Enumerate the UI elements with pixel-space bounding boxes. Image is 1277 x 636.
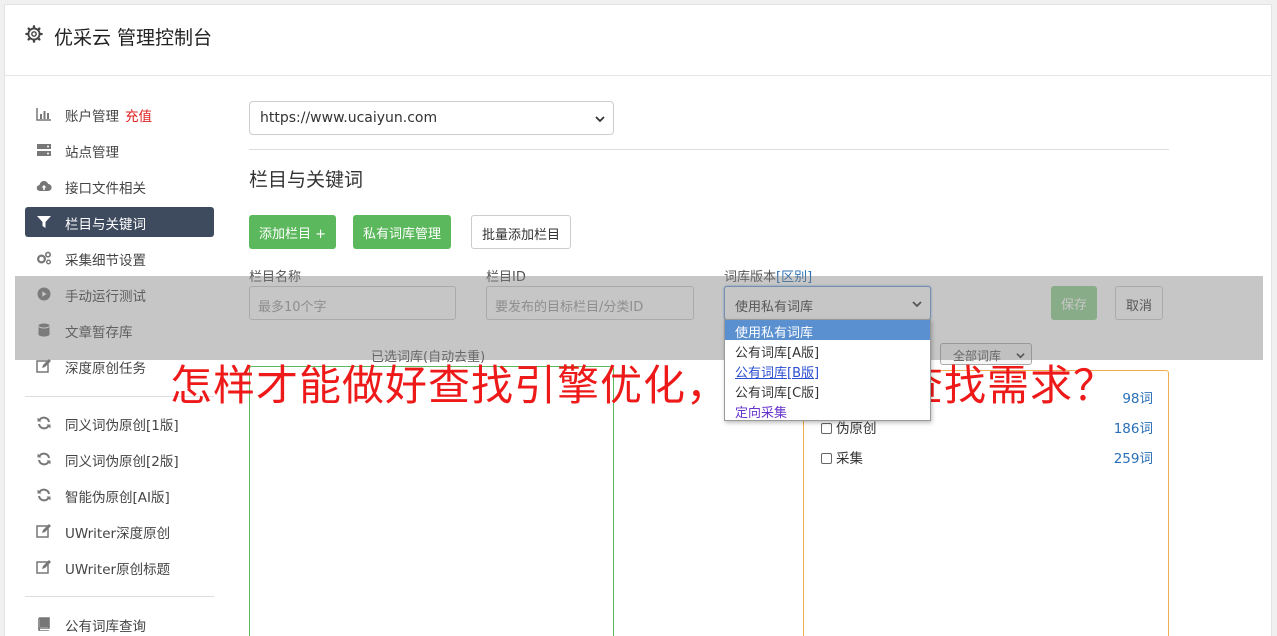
- sidebar-item-uwriter-title[interactable]: UWriter原创标题: [25, 552, 214, 582]
- sidebar-item-sites[interactable]: 站点管理: [25, 135, 214, 165]
- sidebar-item-label: 深度原创任务: [65, 361, 146, 377]
- sidebar-item-interface[interactable]: 接口文件相关: [25, 171, 214, 201]
- header: 优采云 管理控制台: [5, 5, 1271, 76]
- sidebar-item-collect-settings[interactable]: 采集细节设置: [25, 243, 214, 273]
- gear-icon: [25, 25, 43, 43]
- sidebar-divider: [25, 596, 214, 597]
- dropdown-option[interactable]: 公有词库[A版]: [725, 340, 930, 361]
- caption-text: 怎样才能做好查找引擎优化，满意用户查找需求？: [170, 361, 1117, 410]
- sidebar-item-ai-rewrite[interactable]: 智能伪原创[AI版]: [25, 480, 214, 510]
- lib-version-dropdown[interactable]: 使用私有词库 公有词库[A版] 公有词库[B版] 公有词库[C版] 定向采集: [724, 319, 931, 421]
- sidebar-item-synonym-v2[interactable]: 同义词伪原创[2版]: [25, 444, 214, 474]
- batch-add-button[interactable]: 批量添加栏目: [471, 215, 572, 249]
- caption-band: [15, 276, 1263, 360]
- cogs-icon: [36, 251, 52, 265]
- site-select-value: https://www.ucaiyun.com: [260, 110, 438, 126]
- dropdown-option[interactable]: 定向采集: [725, 400, 930, 421]
- add-column-button[interactable]: 添加栏目 +: [249, 215, 337, 249]
- edit-icon: [36, 560, 51, 574]
- sidebar-item-label: 同义词伪原创[2版]: [65, 454, 179, 470]
- sidebar-item-label: 站点管理: [65, 145, 119, 161]
- sidebar-item-label: 账户管理: [65, 109, 119, 125]
- dropdown-option[interactable]: 使用私有词库: [725, 320, 930, 341]
- sidebar-item-account[interactable]: 账户管理 充值: [25, 99, 214, 129]
- lib-count: 98词: [1122, 391, 1153, 407]
- cloud-upload-icon: [36, 181, 52, 192]
- recharge-link[interactable]: 充值: [125, 109, 152, 125]
- sidebar-item-label: 接口文件相关: [65, 181, 146, 197]
- sidebar-item-label: 公有词库查询: [65, 619, 146, 635]
- refresh-icon: [37, 452, 51, 466]
- divider: [249, 149, 1169, 150]
- sidebar-item-label: 采集细节设置: [65, 253, 146, 269]
- sidebar-item-columns[interactable]: 栏目与关键词: [25, 207, 214, 237]
- page-title: 优采云 管理控制台: [54, 27, 213, 49]
- sidebar-item-label: 智能伪原创[AI版]: [65, 490, 170, 506]
- sidebar-item-label: 栏目与关键词: [65, 217, 146, 233]
- site-select[interactable]: https://www.ucaiyun.com: [249, 101, 614, 135]
- edit-icon: [36, 524, 51, 538]
- filter-icon: [37, 216, 51, 228]
- lib-name: 伪原创: [836, 421, 877, 437]
- lib-count: 186词: [1113, 421, 1153, 437]
- sidebar-item-uwriter-deep[interactable]: UWriter深度原创: [25, 516, 214, 546]
- lib-checkbox[interactable]: [821, 423, 832, 434]
- bar-chart-icon: [36, 108, 51, 121]
- lib-count: 259词: [1113, 451, 1153, 467]
- server-icon: [37, 144, 51, 156]
- refresh-icon: [37, 488, 51, 502]
- dropdown-option[interactable]: 公有词库[B版]: [725, 360, 930, 381]
- chevron-down-icon: [595, 116, 605, 123]
- lib-name: 采集: [836, 451, 863, 467]
- lib-checkbox[interactable]: [821, 453, 832, 464]
- section-title: 栏目与关键词: [249, 169, 364, 191]
- sidebar-item-label: 同义词伪原创[1版]: [65, 418, 179, 434]
- dropdown-option[interactable]: 公有词库[C版]: [725, 380, 930, 401]
- refresh-icon: [37, 416, 51, 430]
- sidebar-item-label: UWriter原创标题: [65, 562, 171, 578]
- lib-row[interactable]: 采集: [821, 447, 863, 467]
- private-lib-button[interactable]: 私有词库管理: [353, 215, 452, 249]
- sidebar-item-label: UWriter深度原创: [65, 526, 171, 542]
- sidebar-item-public-lib[interactable]: 公有词库查询: [25, 609, 214, 636]
- edit-icon: [36, 359, 51, 373]
- book-icon: [38, 617, 50, 631]
